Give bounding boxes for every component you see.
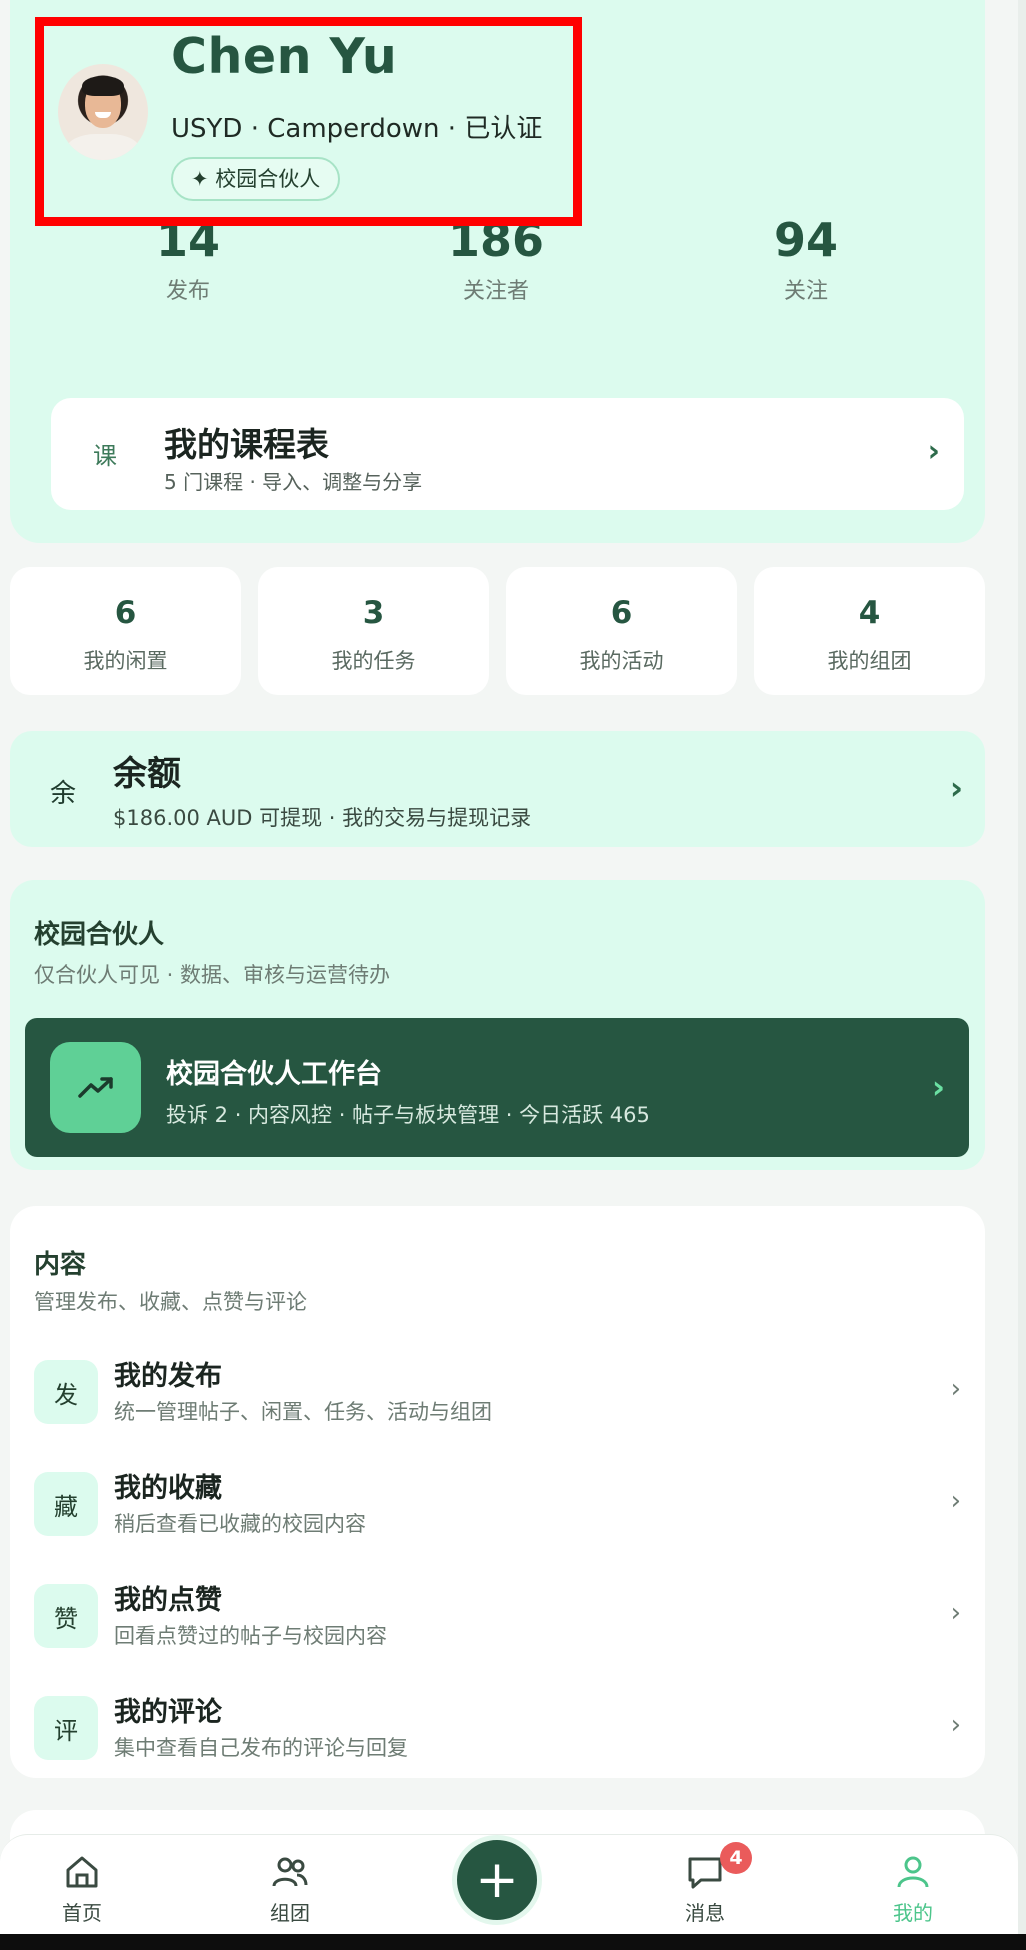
user-icon <box>843 1853 983 1891</box>
schedule-title: 我的课程表 <box>164 425 329 464</box>
quick-item-tasks[interactable]: 3 我的任务 <box>258 567 489 695</box>
chevron-right-icon: › <box>950 1598 961 1628</box>
quick-value: 6 <box>114 595 137 631</box>
comments-icon: 评 <box>34 1696 98 1760</box>
list-item-my-favorites[interactable]: 藏 我的收藏 稍后查看已收藏的校园内容 › <box>10 1450 985 1562</box>
chevron-right-icon: › <box>950 1374 961 1404</box>
content-section: 内容 管理发布、收藏、点赞与评论 发 我的发布 统一管理帖子、闲置、任务、活动与… <box>10 1206 985 1778</box>
likes-icon: 赞 <box>34 1584 98 1648</box>
trending-up-icon <box>50 1042 141 1133</box>
balance-card[interactable]: 余 余额 $186.00 AUD 可提现 · 我的交易与提现记录 › <box>10 731 985 847</box>
list-item-my-likes[interactable]: 赞 我的点赞 回看点赞过的帖子与校园内容 › <box>10 1562 985 1674</box>
users-icon <box>220 1853 360 1891</box>
tab-label: 我的 <box>893 1901 933 1925</box>
section-title: 内容 <box>34 1250 87 1280</box>
balance-title: 余额 <box>113 754 181 794</box>
chevron-right-icon: › <box>931 1068 945 1106</box>
plus-icon: + <box>475 1850 519 1910</box>
add-post-button[interactable]: + <box>452 1835 542 1925</box>
tab-groups[interactable]: 组团 <box>220 1835 360 1935</box>
favorites-icon: 藏 <box>34 1472 98 1536</box>
tab-label: 消息 <box>685 1901 725 1925</box>
tab-label: 首页 <box>62 1901 102 1925</box>
balance-subtitle: $186.00 AUD 可提现 · 我的交易与提现记录 <box>113 806 532 830</box>
quick-value: 6 <box>610 595 633 631</box>
highlight-box <box>35 17 582 226</box>
tab-me[interactable]: 我的 <box>843 1835 983 1935</box>
section-subtitle: 仅合伙人可见 · 数据、审核与运营待办 <box>34 963 391 987</box>
list-item-my-comments[interactable]: 评 我的评论 集中查看自己发布的评论与回复 › <box>10 1674 985 1786</box>
quick-label: 我的组团 <box>827 649 912 673</box>
device-bottom-bar <box>0 1934 1026 1950</box>
quick-label: 我的活动 <box>579 649 664 673</box>
list-item-subtitle: 稍后查看已收藏的校园内容 <box>114 1512 366 1536</box>
stat-label: 关注 <box>783 279 828 304</box>
list-item-subtitle: 集中查看自己发布的评论与回复 <box>114 1736 408 1760</box>
home-icon <box>12 1853 152 1891</box>
posts-icon: 发 <box>34 1360 98 1424</box>
stat-following[interactable]: 94 关注 <box>706 213 906 305</box>
partner-section: 校园合伙人 仅合伙人可见 · 数据、审核与运营待办 校园合伙人工作台 投诉 2 … <box>10 880 985 1170</box>
section-subtitle: 管理发布、收藏、点赞与评论 <box>34 1290 307 1314</box>
tab-messages[interactable]: 消息 <box>635 1835 775 1935</box>
chevron-right-icon: › <box>950 1710 961 1740</box>
stat-value: 94 <box>773 213 838 267</box>
tab-label: 组团 <box>270 1901 310 1925</box>
list-item-title: 我的评论 <box>114 1697 222 1728</box>
list-item-subtitle: 回看点赞过的帖子与校园内容 <box>114 1624 387 1648</box>
message-icon <box>635 1853 775 1891</box>
stat-label: 关注者 <box>462 279 529 304</box>
quick-value: 4 <box>858 595 881 631</box>
quick-label: 我的闲置 <box>83 649 168 673</box>
stat-followers[interactable]: 186 关注者 <box>396 213 596 305</box>
list-item-my-posts[interactable]: 发 我的发布 统一管理帖子、闲置、任务、活动与组团 › <box>10 1338 985 1450</box>
balance-icon: 余 <box>50 779 77 809</box>
quick-label: 我的任务 <box>331 649 416 673</box>
stat-label: 发布 <box>165 279 210 304</box>
stat-posts[interactable]: 14 发布 <box>88 213 288 305</box>
workbench-subtitle: 投诉 2 · 内容风控 · 帖子与板块管理 · 今日活跃 465 <box>166 1103 650 1127</box>
chevron-right-icon: › <box>949 769 963 807</box>
tab-home[interactable]: 首页 <box>12 1835 152 1935</box>
message-count-badge: 4 <box>720 1842 752 1874</box>
chevron-right-icon: › <box>927 434 940 469</box>
quick-item-events[interactable]: 6 我的活动 <box>506 567 737 695</box>
scroll-edge <box>1018 0 1026 1934</box>
partner-workbench-card[interactable]: 校园合伙人工作台 投诉 2 · 内容风控 · 帖子与板块管理 · 今日活跃 46… <box>25 1018 969 1157</box>
quick-item-groups[interactable]: 4 我的组团 <box>754 567 985 695</box>
schedule-icon: 课 <box>93 442 117 470</box>
schedule-card[interactable]: 课 我的课程表 5 门课程 · 导入、调整与分享 › <box>51 398 964 510</box>
workbench-title: 校园合伙人工作台 <box>166 1059 382 1090</box>
quick-value: 3 <box>362 595 385 631</box>
chevron-right-icon: › <box>950 1486 961 1516</box>
list-item-subtitle: 统一管理帖子、闲置、任务、活动与组团 <box>114 1400 492 1424</box>
list-item-title: 我的收藏 <box>114 1473 222 1504</box>
list-item-title: 我的点赞 <box>114 1585 222 1616</box>
section-title: 校园合伙人 <box>34 920 165 950</box>
quick-item-idle[interactable]: 6 我的闲置 <box>10 567 241 695</box>
schedule-subtitle: 5 门课程 · 导入、调整与分享 <box>164 470 423 494</box>
list-item-title: 我的发布 <box>114 1361 222 1392</box>
